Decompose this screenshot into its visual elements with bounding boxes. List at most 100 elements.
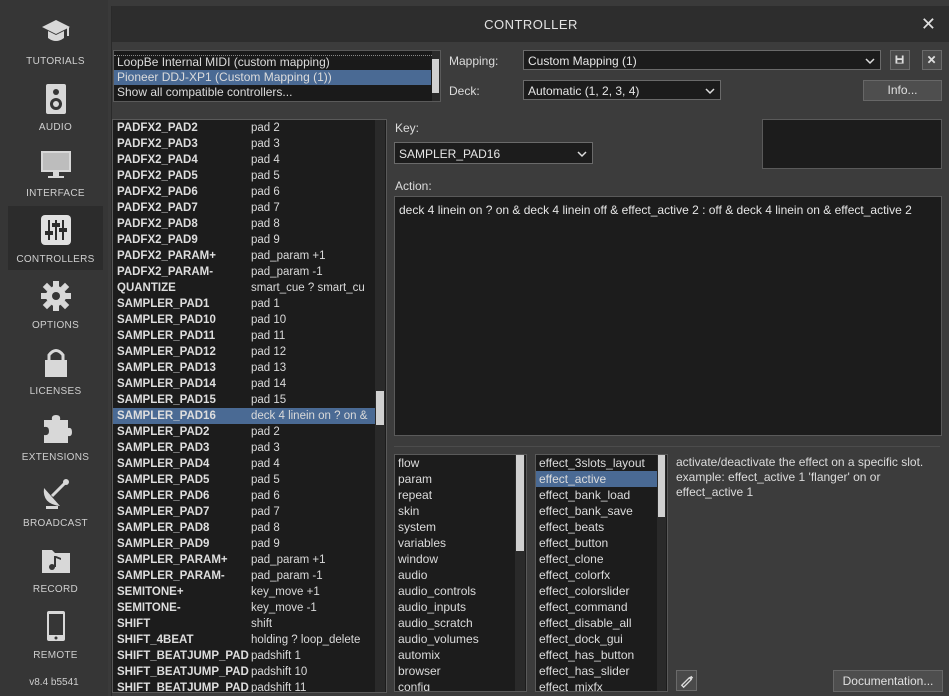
table-row[interactable]: SEMITONE-key_move -1 — [113, 600, 375, 616]
verb-item[interactable]: effect_mixfx — [536, 679, 657, 691]
verb-item[interactable]: effect_has_slider — [536, 663, 657, 679]
picker-button[interactable] — [676, 670, 697, 691]
table-row[interactable]: PADFX2_PAD6 pad 6 — [113, 184, 375, 200]
table-row[interactable]: SAMPLER_PAD14 pad 14 — [113, 376, 375, 392]
verb-item[interactable]: effect_has_button — [536, 647, 657, 663]
key-select[interactable]: SAMPLER_PAD16 — [394, 142, 593, 164]
category-item[interactable]: variables — [395, 535, 515, 551]
save-mapping-button[interactable] — [890, 50, 910, 70]
table-row[interactable]: SHIFT shift — [113, 616, 375, 632]
category-item[interactable]: window — [395, 551, 515, 567]
table-row[interactable]: SHIFT_4BEAT holding ? loop_delete — [113, 632, 375, 648]
table-row[interactable]: SEMITONE+ key_move +1 — [113, 584, 375, 600]
verb-item[interactable]: effect_colorfx — [536, 567, 657, 583]
verb-item[interactable]: effect_active — [536, 471, 657, 487]
close-icon[interactable]: ✕ — [921, 14, 936, 35]
mapping-key: PADFX2_PAD6 — [117, 186, 198, 198]
deck-select[interactable]: Automatic (1, 2, 3, 4) — [523, 80, 721, 100]
table-row[interactable]: PADFX2_PAD7 pad 7 — [113, 200, 375, 216]
verb-list[interactable]: effect_3slots_layout effect_active effect_… — [535, 454, 668, 692]
documentation-button[interactable]: Documentation... — [833, 670, 943, 692]
table-row[interactable]: SAMPLER_PARAM+ pad_param +1 — [113, 552, 375, 568]
device-item[interactable]: Show all compatible controllers... — [114, 85, 431, 100]
device-item[interactable]: LoopBe Internal MIDI (custom mapping) — [114, 55, 431, 70]
category-list[interactable]: flow param repeat skin system variables window… — [394, 454, 527, 692]
mapping-select[interactable]: Custom Mapping (1) — [523, 50, 881, 70]
sidebar-item-tutorials[interactable]: TUTORIALS — [8, 8, 103, 72]
verb-item[interactable]: effect_button — [536, 535, 657, 551]
sidebar-item-record[interactable]: RECORD — [8, 536, 103, 600]
table-row[interactable]: SAMPLER_PAD7 pad 7 — [113, 504, 375, 520]
sidebar-item-audio[interactable]: AUDIO — [8, 74, 103, 138]
table-row[interactable]: PADFX2_PAD8 pad 8 — [113, 216, 375, 232]
table-row[interactable]: SAMPLER_PAD11 pad 11 — [113, 328, 375, 344]
table-row[interactable]: SHIFT_BEATJUMP_PAD padshift 1 — [113, 648, 375, 664]
table-row[interactable]: SAMPLER_PAD9 pad 9 — [113, 536, 375, 552]
action-editor[interactable]: deck 4 linein on ? on & deck 4 linein of… — [394, 196, 942, 436]
table-row[interactable]: SAMPLER_PAD1 pad 1 — [113, 296, 375, 312]
table-row[interactable]: SAMPLER_PAD5 pad 5 — [113, 472, 375, 488]
verb-item[interactable]: effect_bank_save — [536, 503, 657, 519]
category-item[interactable]: config — [395, 679, 515, 691]
sidebar-item-broadcast[interactable]: BROADCAST — [8, 470, 103, 534]
verb-item[interactable]: effect_disable_all — [536, 615, 657, 631]
category-item[interactable]: flow — [395, 455, 515, 471]
category-item[interactable]: audio — [395, 567, 515, 583]
table-row[interactable]: PADFX2_PARAM-pad_param -1 — [113, 264, 375, 280]
table-row[interactable]: PADFX2_PAD2 pad 2 — [113, 120, 375, 136]
verb-item[interactable]: effect_command — [536, 599, 657, 615]
table-row[interactable]: QUANTIZE smart_cue ? smart_cu — [113, 280, 375, 296]
mappings-scrollbar[interactable] — [375, 120, 385, 692]
category-item[interactable]: audio_scratch — [395, 615, 515, 631]
category-scrollbar[interactable] — [515, 455, 525, 691]
table-row[interactable]: PADFX2_PAD3 pad 3 — [113, 136, 375, 152]
category-item[interactable]: audio_volumes — [395, 631, 515, 647]
table-row[interactable]: PADFX2_PAD9 pad 9 — [113, 232, 375, 248]
category-item[interactable]: audio_controls — [395, 583, 515, 599]
category-item[interactable]: automix — [395, 647, 515, 663]
sidebar-item-controllers[interactable]: CONTROLLERS — [8, 206, 103, 270]
category-item[interactable]: skin — [395, 503, 515, 519]
category-item[interactable]: param — [395, 471, 515, 487]
table-row[interactable]: SAMPLER_PAD3 pad 3 — [113, 440, 375, 456]
table-row[interactable]: PADFX2_PAD5 pad 5 — [113, 168, 375, 184]
verb-item[interactable]: effect_beats — [536, 519, 657, 535]
verb-scrollbar[interactable] — [657, 455, 666, 691]
sidebar-item-interface[interactable]: INTERFACE — [8, 140, 103, 204]
sidebar-item-extensions[interactable]: EXTENSIONS — [8, 404, 103, 468]
sidebar-item-remote[interactable]: REMOTE — [8, 602, 103, 666]
verb-item[interactable]: effect_clone — [536, 551, 657, 567]
verb-item[interactable]: effect_dock_gui — [536, 631, 657, 647]
mapping-key: PADFX2_PAD7 — [117, 202, 198, 214]
table-row[interactable]: SAMPLER_PAD10 pad 10 — [113, 312, 375, 328]
table-row[interactable]: SAMPLER_PAD16 deck 4 linein on ? on & — [113, 408, 375, 424]
device-list-scrollbar[interactable] — [432, 51, 440, 101]
category-item[interactable]: audio_inputs — [395, 599, 515, 615]
table-row[interactable]: SAMPLER_PAD6 pad 6 — [113, 488, 375, 504]
device-list[interactable]: LoopBe Internal MIDI (custom mapping) Pio… — [113, 50, 441, 102]
table-row[interactable]: SAMPLER_PAD15 pad 15 — [113, 392, 375, 408]
category-item[interactable]: browser — [395, 663, 515, 679]
table-row[interactable]: PADFX2_PAD4 pad 4 — [113, 152, 375, 168]
mappings-table[interactable]: PADFX2_PAD2 pad 2 PADFX2_PAD3 pad 3 PADFX2_P… — [112, 119, 387, 693]
table-row[interactable]: SHIFT_BEATJUMP_PAD padshift 10 — [113, 664, 375, 680]
verb-item[interactable]: effect_bank_load — [536, 487, 657, 503]
verb-item[interactable]: effect_colorslider — [536, 583, 657, 599]
delete-mapping-button[interactable] — [922, 50, 942, 70]
sidebar-item-options[interactable]: OPTIONS — [8, 272, 103, 336]
table-row[interactable]: SAMPLER_PAD12 pad 12 — [113, 344, 375, 360]
sidebar-item-licenses[interactable]: LICENSES — [8, 338, 103, 402]
table-row[interactable]: SAMPLER_PAD8 pad 8 — [113, 520, 375, 536]
table-row[interactable]: PADFX2_PARAM+ pad_param +1 — [113, 248, 375, 264]
info-button[interactable]: Info... — [863, 80, 942, 101]
table-row[interactable]: SAMPLER_PAD13 pad 13 — [113, 360, 375, 376]
action-text[interactable]: deck 4 linein on ? on & deck 4 linein of… — [399, 203, 937, 217]
table-row[interactable]: SHIFT_BEATJUMP_PAD padshift 11 — [113, 680, 375, 692]
device-item[interactable]: Pioneer DDJ-XP1 (Custom Mapping (1)) — [114, 70, 431, 85]
table-row[interactable]: SAMPLER_PAD2 pad 2 — [113, 424, 375, 440]
table-row[interactable]: SAMPLER_PARAM-pad_param -1 — [113, 568, 375, 584]
category-item[interactable]: repeat — [395, 487, 515, 503]
table-row[interactable]: SAMPLER_PAD4 pad 4 — [113, 456, 375, 472]
verb-item[interactable]: effect_3slots_layout — [536, 455, 657, 471]
category-item[interactable]: system — [395, 519, 515, 535]
